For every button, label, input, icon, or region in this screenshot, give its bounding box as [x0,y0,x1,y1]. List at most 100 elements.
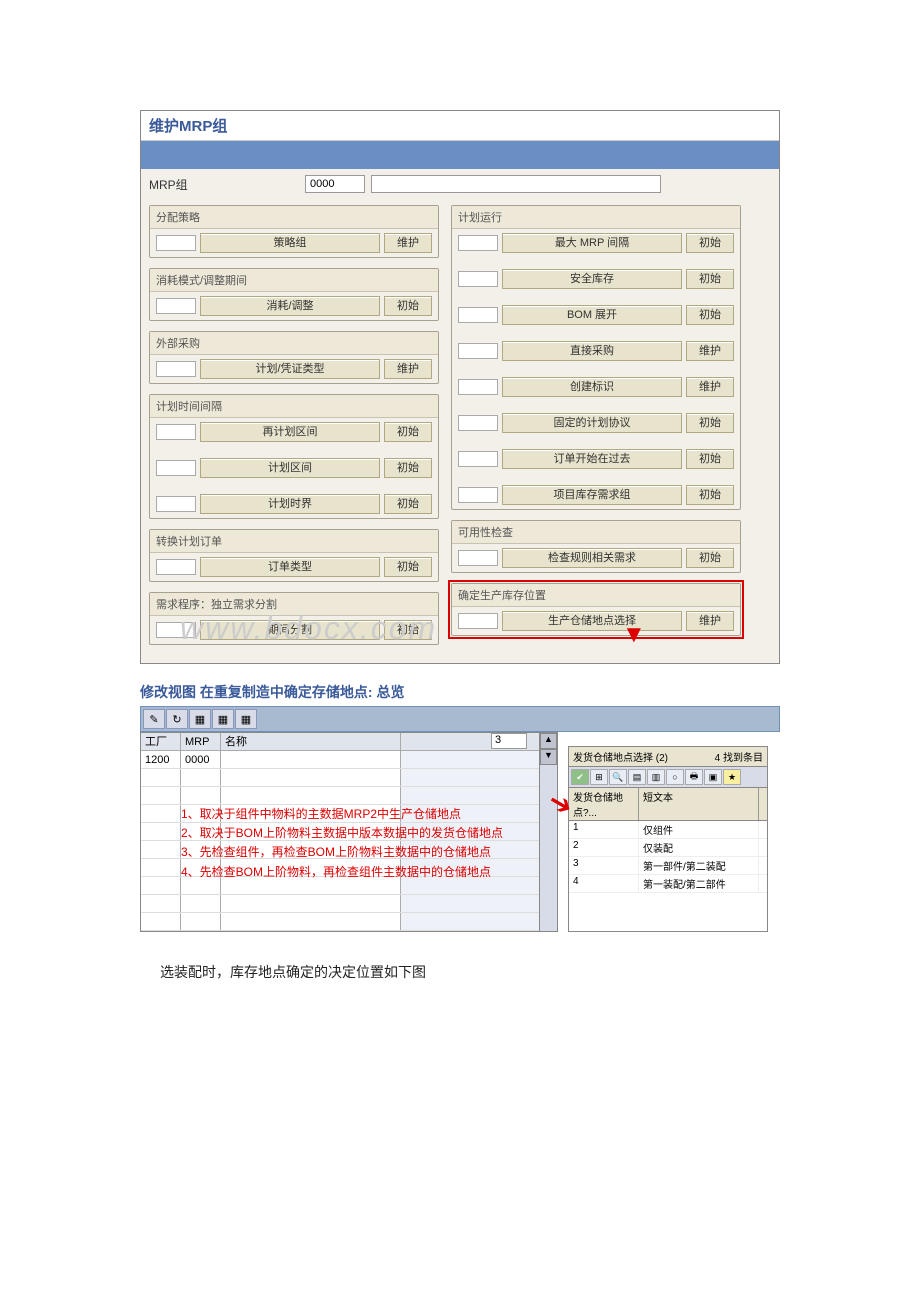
field-label-button[interactable]: 计划/凭证类型 [200,359,380,379]
field-label-button[interactable]: 安全库存 [502,269,682,289]
field-input[interactable] [458,343,498,359]
field-input[interactable] [458,451,498,467]
field-label-button[interactable]: 消耗/调整 [200,296,380,316]
field-input[interactable] [156,361,196,377]
table-row[interactable] [141,769,539,787]
action-button[interactable]: 初始 [686,449,734,469]
field-input[interactable] [458,550,498,566]
popup-cell-text: 第一部件/第二装配 [639,857,759,874]
export-icon[interactable]: ▣ [704,769,722,785]
action-button[interactable]: 初始 [384,458,432,478]
popup-row[interactable]: 3第一部件/第二装配 [569,857,767,875]
layout-icon[interactable]: ▥ [647,769,665,785]
group-row: 计划/凭证类型维护 [150,355,438,383]
field-label-button[interactable]: 直接采购 [502,341,682,361]
group-外部采购: 外部采购计划/凭证类型维护 [149,331,439,384]
action-button[interactable]: 初始 [384,557,432,577]
field-label-button[interactable]: 再计划区间 [200,422,380,442]
field-label-button[interactable]: 检查规则相关需求 [502,548,682,568]
table-row[interactable] [141,895,539,913]
highlight-icon[interactable]: ★ [723,769,741,785]
filter-icon[interactable]: ⊞ [590,769,608,785]
action-button[interactable]: 初始 [686,413,734,433]
group-title: 需求程序：独立需求分割 [150,593,438,616]
action-button[interactable]: 初始 [686,485,734,505]
field-label-button[interactable]: 期间分割 [200,620,380,640]
action-button[interactable]: 初始 [686,233,734,253]
field-input[interactable] [458,613,498,629]
field-input[interactable] [458,379,498,395]
field-label-button[interactable]: 订单开始在过去 [502,449,682,469]
scroll-down-icon[interactable]: ▼ [540,749,557,765]
action-button[interactable]: 维护 [686,341,734,361]
field-label-button[interactable]: 固定的计划协议 [502,413,682,433]
field-input[interactable] [156,298,196,314]
table-row[interactable] [141,913,539,931]
action-button[interactable]: 初始 [686,305,734,325]
field-input[interactable] [156,496,196,512]
toolbar-button-2[interactable]: ▦ [189,709,211,729]
toolbar-button-4[interactable]: ▦ [235,709,257,729]
mrp-group-label: MRP组 [149,176,299,193]
action-button[interactable]: 初始 [384,296,432,316]
arrow-down-icon: ▼ [622,621,646,649]
action-button[interactable]: 初始 [686,548,734,568]
table-row[interactable] [141,787,539,805]
mrp-group-maintenance-window: 维护MRP组 MRP组 分配策略策略组维护消耗模式/调整期间消耗/调整初始外部采… [140,110,780,664]
field-input[interactable] [458,415,498,431]
field-input[interactable] [156,424,196,440]
field-input[interactable] [458,307,498,323]
popup-row[interactable]: 4第一装配/第二部件 [569,875,767,893]
sort-icon[interactable]: ▤ [628,769,646,785]
mrp-group-input[interactable] [305,175,365,193]
find-icon[interactable]: 🔍 [609,769,627,785]
action-button[interactable]: 维护 [686,377,734,397]
toolbar-button-3[interactable]: ▦ [212,709,234,729]
group-row: 最大 MRP 间隔初始 [452,229,740,257]
print-icon[interactable]: 🖶 [685,769,703,785]
field-label-button[interactable]: 项目库存需求组 [502,485,682,505]
action-button[interactable]: 初始 [686,269,734,289]
action-button[interactable]: 初始 [384,494,432,514]
misc-icon[interactable]: ○ [666,769,684,785]
action-button[interactable]: 初始 [384,422,432,442]
popup-row[interactable]: 2仅装配 [569,839,767,857]
action-button[interactable]: 维护 [384,233,432,253]
field-label-button[interactable]: 策略组 [200,233,380,253]
field-input[interactable] [156,559,196,575]
scroll-up-icon[interactable]: ▲ [540,733,557,749]
field-label-button[interactable]: 订单类型 [200,557,380,577]
isloc-selected-value[interactable]: 3 [491,733,527,749]
toolbar-button-1[interactable]: ↻ [166,709,188,729]
field-label-button[interactable]: 计划区间 [200,458,380,478]
group-row: 策略组维护 [150,229,438,257]
field-input[interactable] [156,235,196,251]
table-row[interactable]: 12000000 [141,751,539,769]
action-button[interactable]: 维护 [384,359,432,379]
field-input[interactable] [458,271,498,287]
field-label-button[interactable]: 最大 MRP 间隔 [502,233,682,253]
popup-row[interactable]: 1仅组件 [569,821,767,839]
confirm-icon[interactable]: ✔ [571,769,589,785]
field-label-button[interactable]: 创建标识 [502,377,682,397]
action-button[interactable]: 初始 [384,620,432,640]
group-row: 计划时界初始 [150,490,438,518]
field-input[interactable] [458,487,498,503]
popup-toolbar: ✔ ⊞ 🔍 ▤ ▥ ○ 🖶 ▣ ★ [569,767,767,788]
table-cell [221,787,401,804]
toolbar-spacer [141,141,779,169]
group-确定生产库存位置: 确定生产库存位置生产仓储地点选择维护▼ [451,583,741,636]
group-row: 计划区间初始 [150,454,438,482]
field-input[interactable] [458,235,498,251]
field-label-button[interactable]: 生产仓储地点选择 [502,611,682,631]
action-button[interactable]: 维护 [686,611,734,631]
field-input[interactable] [156,460,196,476]
field-label-button[interactable]: BOM 展开 [502,305,682,325]
toolbar-button-0[interactable]: ✎ [143,709,165,729]
mrp-group-desc-input[interactable] [371,175,661,193]
col-plant: 工厂 [141,733,181,750]
field-label-button[interactable]: 计划时界 [200,494,380,514]
scrollbar[interactable]: ▲ ▼ [540,732,558,932]
field-input[interactable] [156,622,196,638]
window-title: 维护MRP组 [141,111,779,141]
